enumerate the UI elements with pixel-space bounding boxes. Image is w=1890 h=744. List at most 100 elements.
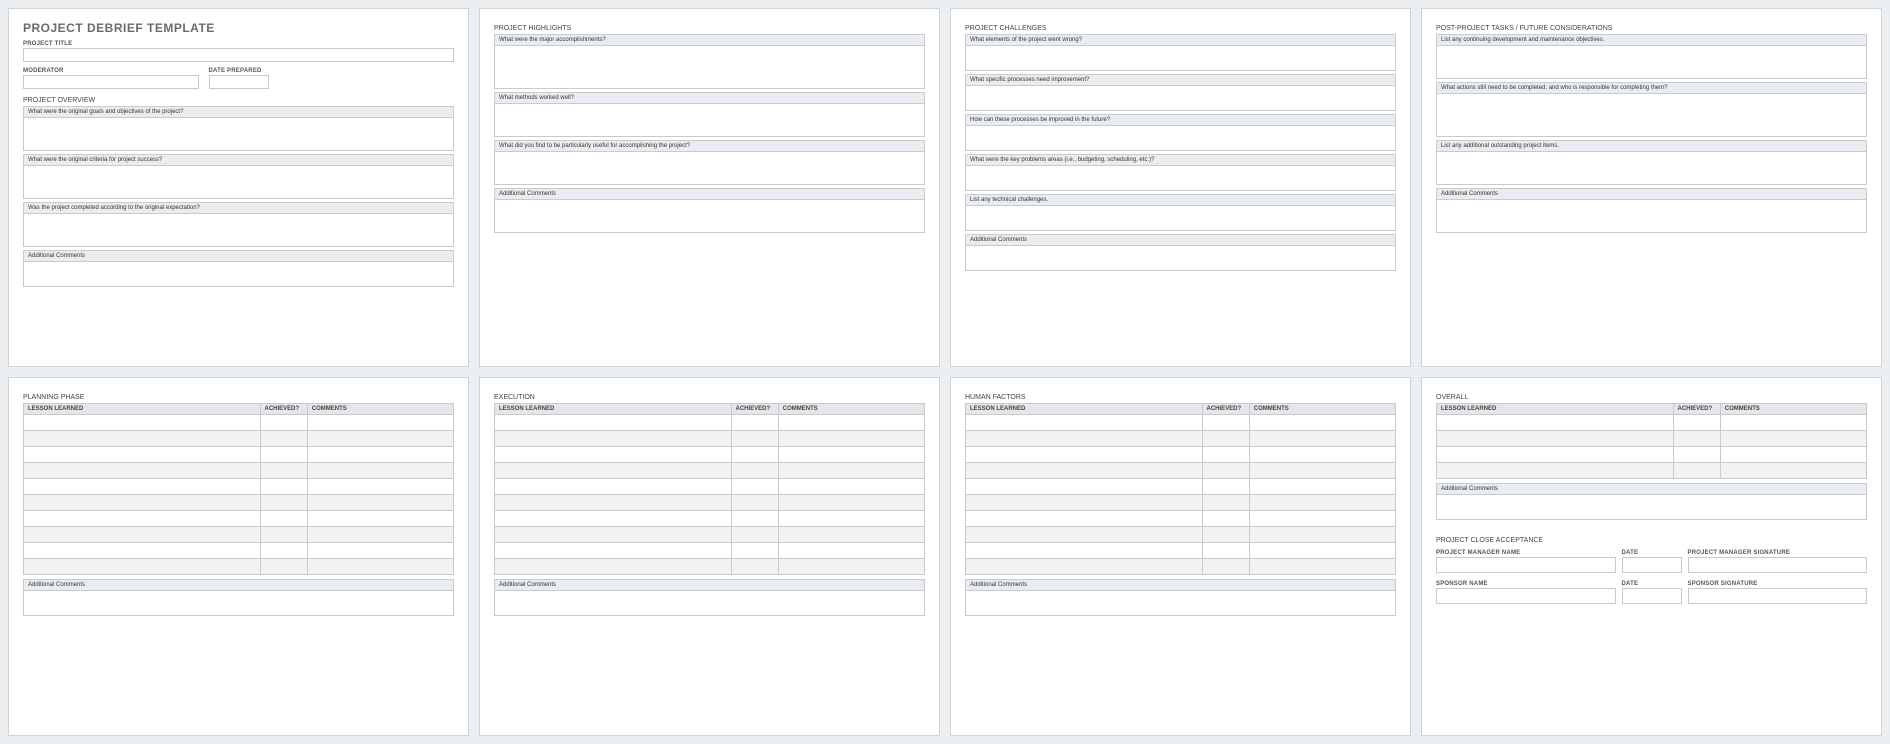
cell[interactable] — [731, 431, 778, 447]
cell[interactable] — [1720, 463, 1866, 479]
cell[interactable] — [24, 495, 261, 511]
cell[interactable] — [495, 479, 732, 495]
cell[interactable] — [1249, 431, 1395, 447]
cell[interactable] — [1249, 463, 1395, 479]
cell[interactable] — [1202, 415, 1249, 431]
p1-q3-body[interactable] — [23, 213, 454, 247]
p4-q3-body[interactable] — [1436, 151, 1867, 185]
p6-additional-body[interactable] — [494, 590, 925, 616]
cell[interactable] — [1249, 543, 1395, 559]
p3-additional-body[interactable] — [965, 245, 1396, 271]
cell[interactable] — [1673, 431, 1720, 447]
cell[interactable] — [778, 527, 924, 543]
cell[interactable] — [1202, 495, 1249, 511]
p4-q2-body[interactable] — [1436, 93, 1867, 137]
cell[interactable] — [24, 479, 261, 495]
moderator-field[interactable] — [23, 75, 199, 89]
cell[interactable] — [966, 431, 1203, 447]
cell[interactable] — [778, 415, 924, 431]
cell[interactable] — [778, 495, 924, 511]
p2-q3-body[interactable] — [494, 151, 925, 185]
cell[interactable] — [1249, 527, 1395, 543]
cell[interactable] — [966, 543, 1203, 559]
cell[interactable] — [778, 479, 924, 495]
p2-additional-body[interactable] — [494, 199, 925, 233]
cell[interactable] — [495, 559, 732, 575]
cell[interactable] — [307, 447, 453, 463]
p4-additional-body[interactable] — [1436, 199, 1867, 233]
cell[interactable] — [1249, 447, 1395, 463]
cell[interactable] — [1673, 415, 1720, 431]
cell[interactable] — [307, 431, 453, 447]
cell[interactable] — [1249, 511, 1395, 527]
cell[interactable] — [307, 463, 453, 479]
cell[interactable] — [1437, 415, 1674, 431]
project-title-field[interactable] — [23, 48, 454, 62]
cell[interactable] — [1249, 415, 1395, 431]
cell[interactable] — [260, 527, 307, 543]
cell[interactable] — [1202, 431, 1249, 447]
cell[interactable] — [1720, 431, 1866, 447]
cell[interactable] — [1202, 559, 1249, 575]
cell[interactable] — [495, 463, 732, 479]
cell[interactable] — [495, 415, 732, 431]
cell[interactable] — [731, 447, 778, 463]
cell[interactable] — [1202, 511, 1249, 527]
cell[interactable] — [778, 431, 924, 447]
cell[interactable] — [1202, 527, 1249, 543]
p8-additional-body[interactable] — [1436, 494, 1867, 520]
cell[interactable] — [966, 559, 1203, 575]
p1-q1-body[interactable] — [23, 117, 454, 151]
cell[interactable] — [1720, 415, 1866, 431]
cell[interactable] — [260, 479, 307, 495]
cell[interactable] — [1202, 447, 1249, 463]
pm-name-field[interactable] — [1436, 557, 1616, 573]
cell[interactable] — [495, 495, 732, 511]
p1-q2-body[interactable] — [23, 165, 454, 199]
cell[interactable] — [1437, 447, 1674, 463]
cell[interactable] — [24, 463, 261, 479]
cell[interactable] — [495, 447, 732, 463]
cell[interactable] — [731, 495, 778, 511]
cell[interactable] — [778, 511, 924, 527]
cell[interactable] — [307, 415, 453, 431]
cell[interactable] — [1249, 559, 1395, 575]
cell[interactable] — [1249, 479, 1395, 495]
cell[interactable] — [778, 543, 924, 559]
cell[interactable] — [778, 559, 924, 575]
cell[interactable] — [24, 511, 261, 527]
cell[interactable] — [24, 431, 261, 447]
cell[interactable] — [260, 463, 307, 479]
p3-q3-body[interactable] — [965, 125, 1396, 151]
cell[interactable] — [495, 543, 732, 559]
cell[interactable] — [24, 415, 261, 431]
cell[interactable] — [731, 527, 778, 543]
pm-date-field[interactable] — [1622, 557, 1682, 573]
cell[interactable] — [966, 447, 1203, 463]
cell[interactable] — [495, 511, 732, 527]
cell[interactable] — [260, 431, 307, 447]
cell[interactable] — [966, 511, 1203, 527]
cell[interactable] — [966, 527, 1203, 543]
cell[interactable] — [731, 479, 778, 495]
cell[interactable] — [24, 559, 261, 575]
cell[interactable] — [1437, 431, 1674, 447]
cell[interactable] — [731, 511, 778, 527]
cell[interactable] — [260, 447, 307, 463]
cell[interactable] — [731, 543, 778, 559]
cell[interactable] — [260, 415, 307, 431]
cell[interactable] — [260, 511, 307, 527]
cell[interactable] — [260, 559, 307, 575]
cell[interactable] — [778, 447, 924, 463]
p2-q1-body[interactable] — [494, 45, 925, 89]
p2-q2-body[interactable] — [494, 103, 925, 137]
cell[interactable] — [966, 415, 1203, 431]
cell[interactable] — [24, 543, 261, 559]
p4-q1-body[interactable] — [1436, 45, 1867, 79]
cell[interactable] — [495, 431, 732, 447]
cell[interactable] — [307, 559, 453, 575]
cell[interactable] — [1673, 463, 1720, 479]
cell[interactable] — [1720, 447, 1866, 463]
cell[interactable] — [260, 495, 307, 511]
p3-q2-body[interactable] — [965, 85, 1396, 111]
